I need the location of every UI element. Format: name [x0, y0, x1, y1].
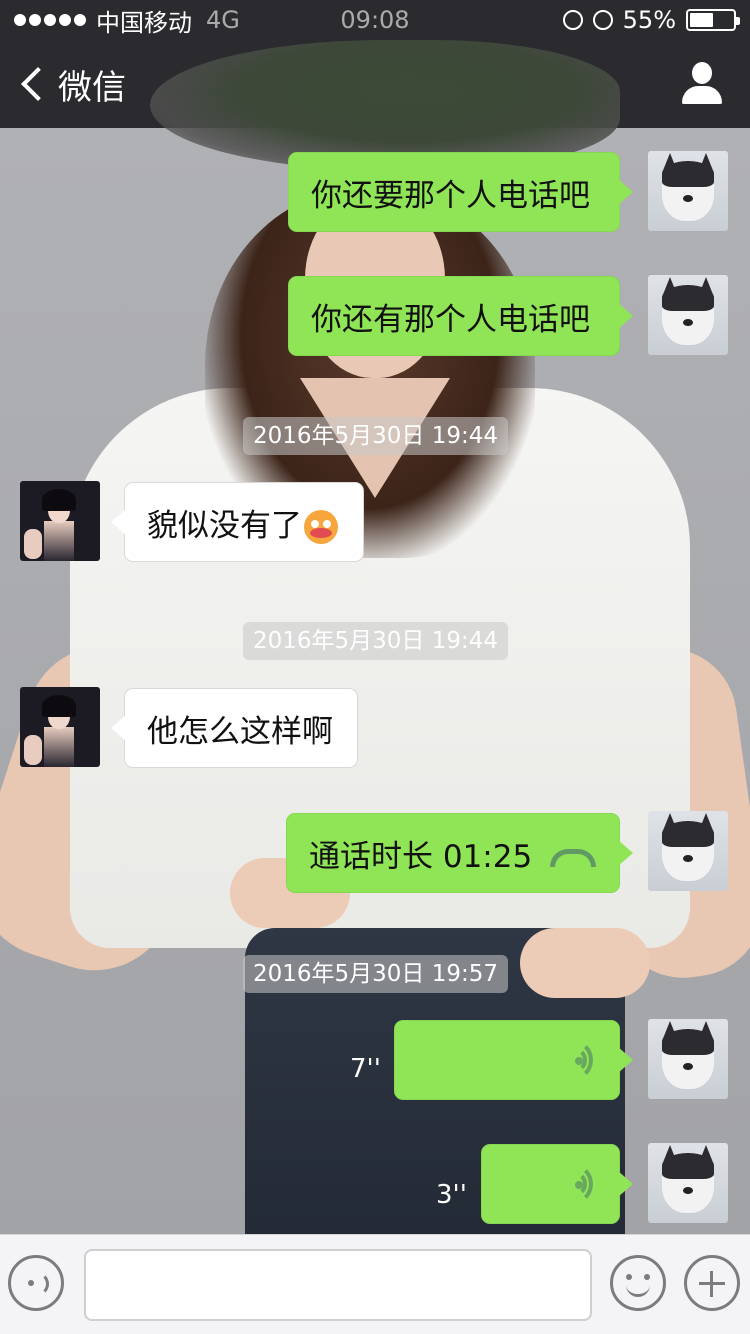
call-duration-text: 通话时长 01:25: [309, 838, 533, 875]
message-bubble-received[interactable]: 貌似没有了: [111, 482, 364, 562]
voice-mode-button[interactable]: [8, 1255, 64, 1311]
my-avatar[interactable]: [648, 151, 728, 231]
flushed-face-icon: [304, 510, 338, 544]
clock: 09:08: [340, 6, 410, 34]
call-record-bubble[interactable]: 通话时长 01:25: [286, 813, 633, 893]
my-avatar[interactable]: [648, 275, 728, 355]
alarm-icon: [592, 10, 613, 30]
message-bubble-received[interactable]: 他怎么这样啊: [111, 688, 358, 768]
message-text: 你还有那个人电话吧: [311, 301, 590, 338]
voice-duration: 7'': [350, 1054, 381, 1084]
emoji-button[interactable]: [610, 1255, 666, 1311]
contact-avatar[interactable]: [20, 687, 100, 767]
chevron-left-icon: [21, 67, 55, 101]
message-timestamp: 2016年5月30日 19:44: [243, 417, 509, 455]
phone-hangup-icon: [550, 848, 597, 867]
contact-info-button[interactable]: [680, 62, 724, 106]
voice-wave-icon: [549, 1039, 593, 1083]
message-bubble-sent[interactable]: 你还要那个人电话吧: [288, 152, 633, 232]
message-input[interactable]: [84, 1249, 592, 1321]
voice-wave-icon: [549, 1163, 593, 1207]
person-icon: [692, 62, 712, 84]
message-timestamp: 2016年5月30日 19:57: [243, 955, 509, 993]
redacted-title-scribble: [150, 40, 620, 170]
my-avatar[interactable]: [648, 811, 728, 891]
more-options-button[interactable]: [684, 1255, 740, 1311]
message-text: 他怎么这样啊: [147, 713, 333, 750]
voice-duration: 3'': [436, 1180, 467, 1210]
contact-avatar[interactable]: [20, 481, 100, 561]
battery-fill: [690, 13, 714, 27]
message-text: 你还要那个人电话吧: [311, 177, 590, 214]
back-label: 微信: [58, 67, 126, 108]
my-avatar[interactable]: [648, 1143, 728, 1223]
orientation-lock-icon: [562, 10, 583, 30]
voice-message-bubble[interactable]: [481, 1144, 633, 1224]
message-text: 貌似没有了: [147, 507, 302, 544]
status-bar: 中国移动 4G 09:08 55%: [0, 0, 750, 40]
input-bar: [0, 1234, 750, 1334]
battery-icon: [686, 9, 740, 31]
message-bubble-sent[interactable]: 你还有那个人电话吧: [288, 276, 633, 356]
message-timestamp: 2016年5月30日 19:44: [243, 622, 509, 660]
voice-message-bubble[interactable]: [394, 1020, 633, 1100]
wallpaper-shape: [520, 928, 650, 998]
my-avatar[interactable]: [648, 1019, 728, 1099]
nav-bar: 微信: [0, 40, 750, 170]
back-button[interactable]: 微信: [0, 60, 126, 109]
